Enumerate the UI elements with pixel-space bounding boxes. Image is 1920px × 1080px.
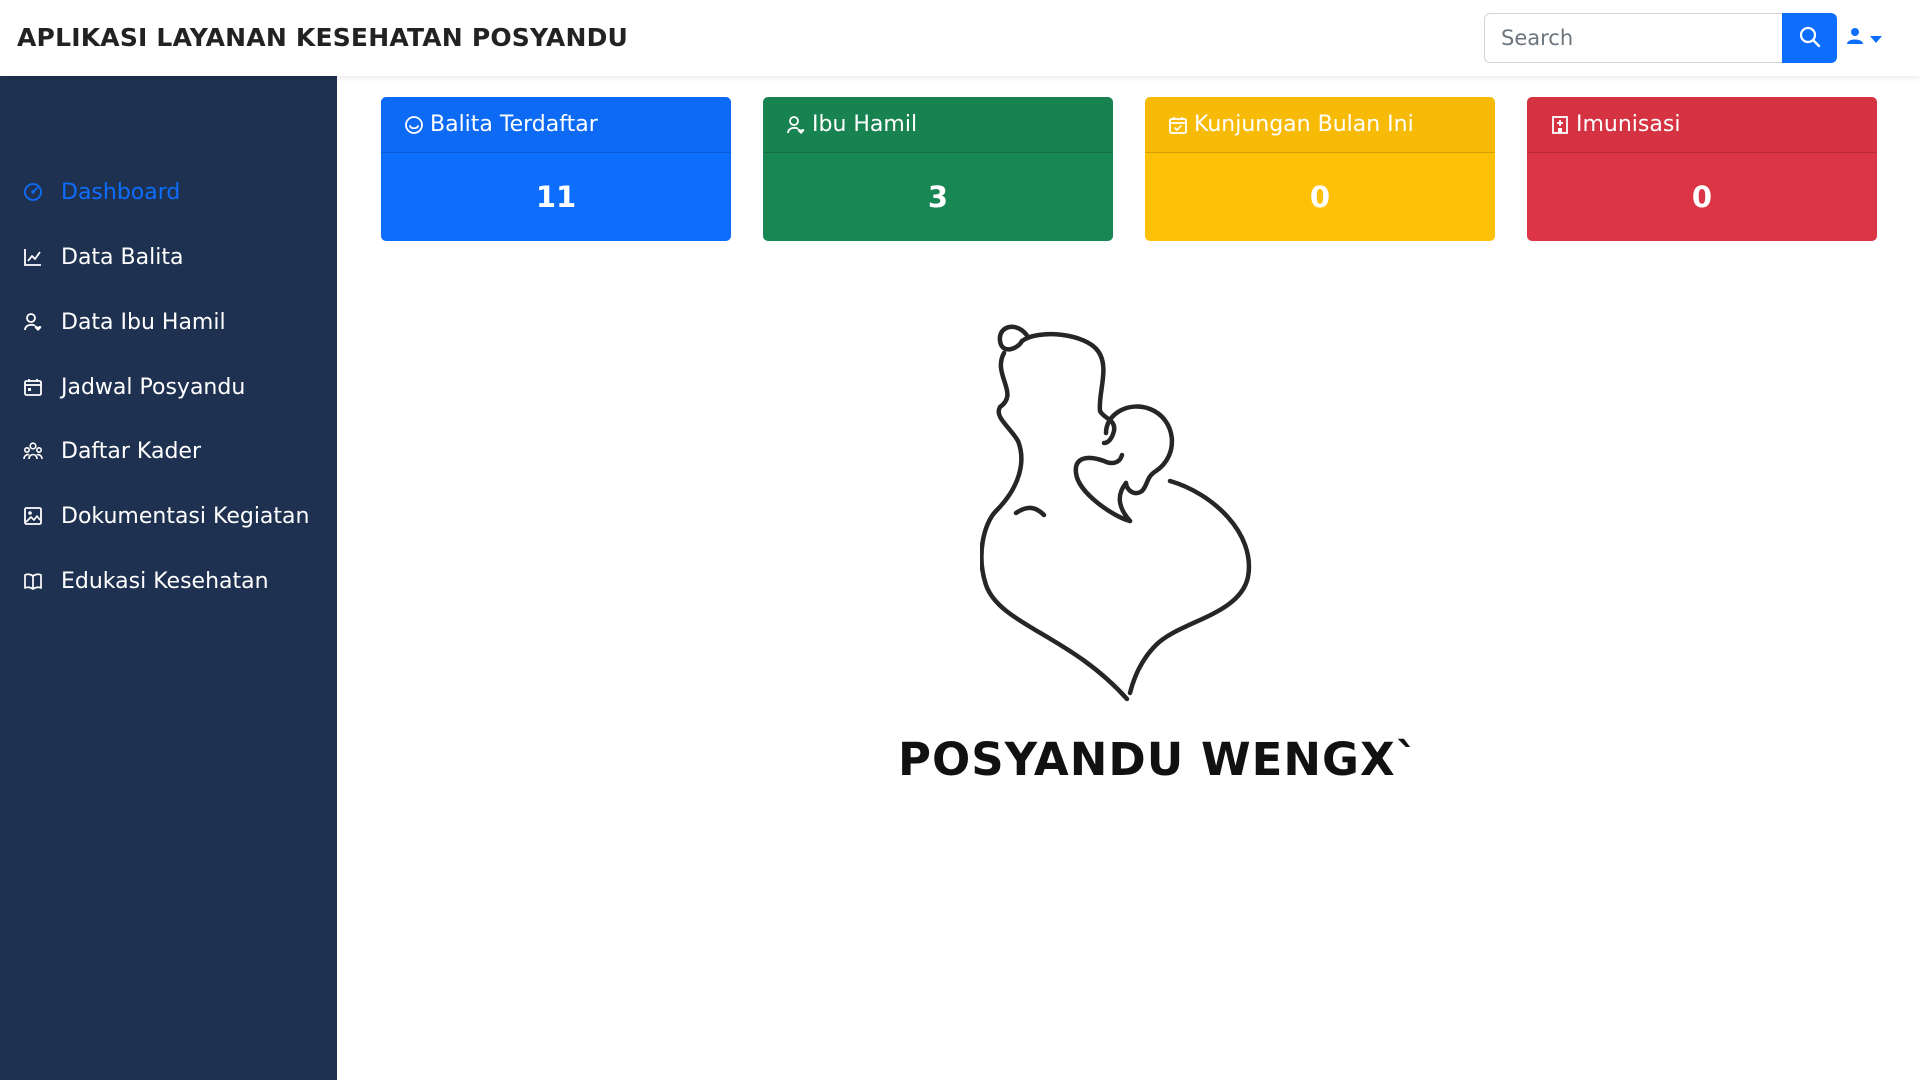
top-navbar: APLIKASI LAYANAN KESEHATAN POSYANDU <box>0 0 1920 76</box>
image-icon <box>22 505 44 527</box>
person-heart-icon <box>22 311 44 333</box>
user-dropdown-toggle[interactable] <box>1846 20 1882 56</box>
calendar-icon <box>22 376 44 398</box>
sidebar-item-data-balita[interactable]: Data Balita <box>0 231 337 283</box>
card-kunjungan-bulan-ini: Kunjungan Bulan Ini 0 <box>1145 97 1495 241</box>
people-icon <box>22 440 44 462</box>
card-body: 11 <box>381 153 731 241</box>
user-icon <box>1846 27 1864 49</box>
hospital-icon <box>1550 115 1570 135</box>
card-imunisasi: Imunisasi 0 <box>1527 97 1877 241</box>
card-value: 0 <box>1691 180 1713 214</box>
search-input[interactable] <box>1484 13 1782 63</box>
logo-text: POSYANDU WENGX` <box>898 733 1420 786</box>
sidebar: Dashboard Data Balita Data Ibu Hamil Jad… <box>0 76 337 1080</box>
sidebar-item-jadwal-posyandu[interactable]: Jadwal Posyandu <box>0 361 337 413</box>
card-header: Kunjungan Bulan Ini <box>1145 97 1495 153</box>
card-body: 0 <box>1527 153 1877 241</box>
sidebar-item-daftar-kader[interactable]: Daftar Kader <box>0 425 337 477</box>
card-title: Kunjungan Bulan Ini <box>1194 112 1414 137</box>
card-value: 11 <box>535 180 577 214</box>
card-body: 0 <box>1145 153 1495 241</box>
card-ibu-hamil: Ibu Hamil 3 <box>763 97 1113 241</box>
sidebar-item-label: Data Balita <box>61 244 184 270</box>
card-header: Balita Terdaftar <box>381 97 731 153</box>
chart-line-icon <box>22 246 44 268</box>
card-body: 3 <box>763 153 1113 241</box>
card-value: 3 <box>927 180 949 214</box>
card-header: Ibu Hamil <box>763 97 1113 153</box>
sidebar-item-dashboard[interactable]: Dashboard <box>0 166 337 218</box>
gauge-icon <box>22 181 44 203</box>
card-title: Balita Terdaftar <box>430 112 598 137</box>
sidebar-item-label: Dashboard <box>61 179 181 205</box>
sidebar-item-edukasi-kesehatan[interactable]: Edukasi Kesehatan <box>0 555 337 607</box>
sidebar-item-data-ibu-hamil[interactable]: Data Ibu Hamil <box>0 296 337 348</box>
card-balita-terdaftar: Balita Terdaftar 11 <box>381 97 731 241</box>
sidebar-item-label: Daftar Kader <box>61 438 201 464</box>
card-title: Imunisasi <box>1576 112 1681 137</box>
sidebar-item-label: Edukasi Kesehatan <box>61 568 269 594</box>
smile-icon <box>404 115 424 135</box>
posyandu-logo-icon <box>980 324 1252 702</box>
search-icon <box>1798 25 1822 52</box>
sidebar-item-label: Data Ibu Hamil <box>61 309 226 335</box>
card-value: 0 <box>1309 180 1331 214</box>
person-heart-icon <box>786 115 806 135</box>
search-form <box>1484 13 1837 63</box>
search-button[interactable] <box>1782 13 1837 63</box>
card-header: Imunisasi <box>1527 97 1877 153</box>
sidebar-item-label: Jadwal Posyandu <box>61 374 246 400</box>
app-title: APLIKASI LAYANAN KESEHATAN POSYANDU <box>17 23 629 52</box>
sidebar-item-dokumentasi-kegiatan[interactable]: Dokumentasi Kegiatan <box>0 490 337 542</box>
card-title: Ibu Hamil <box>812 112 918 137</box>
calendar-check-icon <box>1168 115 1188 135</box>
chevron-down-icon <box>1870 29 1882 48</box>
sidebar-item-label: Dokumentasi Kegiatan <box>61 503 310 529</box>
book-icon <box>22 570 44 592</box>
